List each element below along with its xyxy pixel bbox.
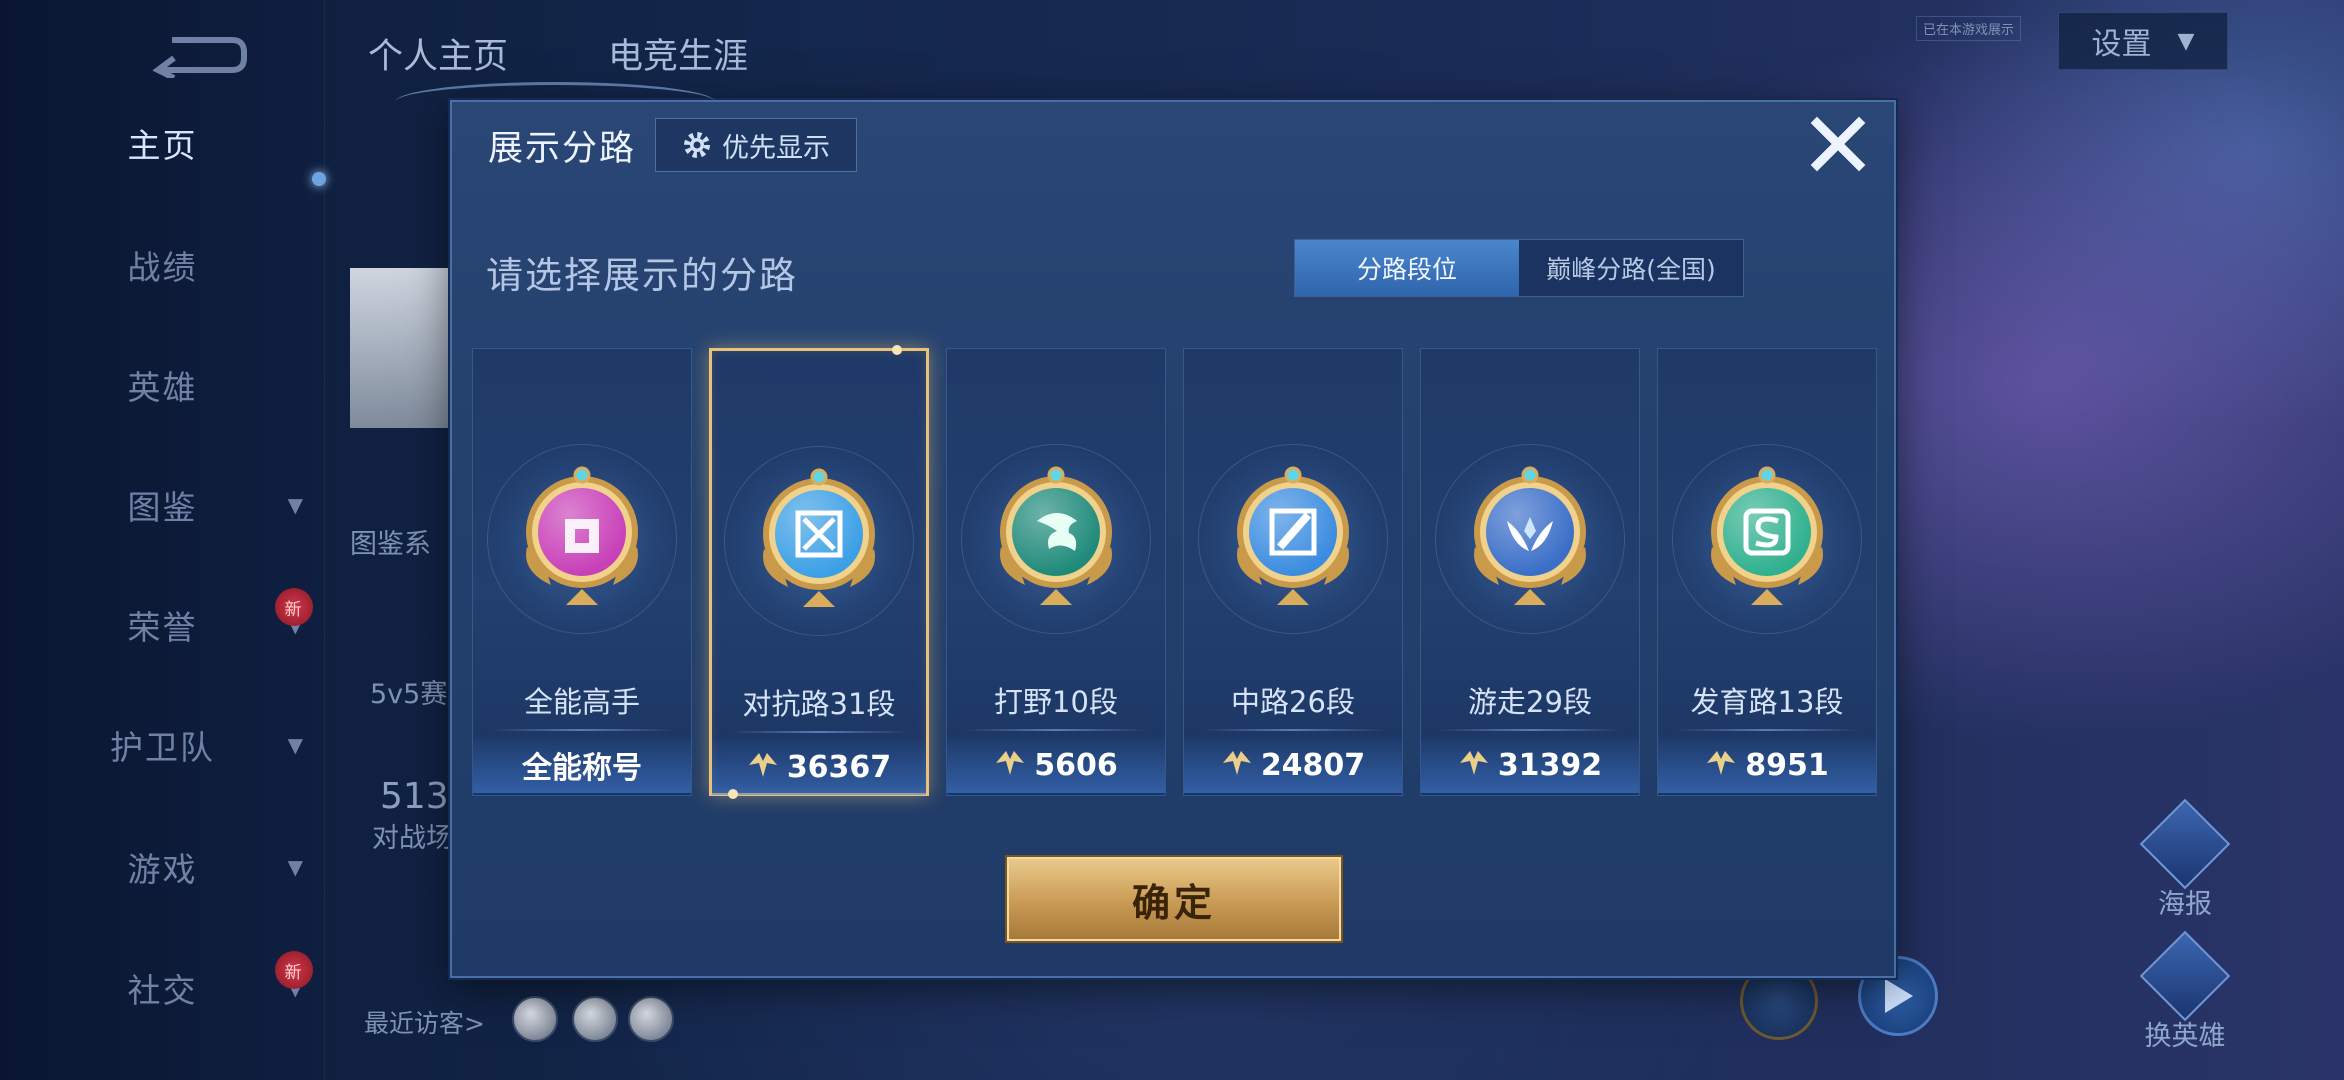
priority-display-button[interactable]: 优先显示 [655,118,857,172]
card-divider [1439,729,1621,731]
change-hero-icon [2139,930,2231,1022]
peak-score-icon [1458,749,1490,781]
close-button[interactable] [1804,110,1872,178]
chevron-down-icon: ▼ [287,493,305,517]
visitor-avatar[interactable] [512,996,558,1042]
sidebar-item-label: 护卫队 [110,728,215,767]
poster-icon [2139,798,2231,890]
lane-card[interactable]: 对抗路31段 36367 [709,345,929,799]
lane-card[interactable]: 发育路13段 8951 [1657,348,1877,796]
gear-icon [684,132,710,158]
new-badge: 新 [275,951,313,989]
lane-card-title: 发育路13段 [1690,685,1844,719]
lane-card[interactable]: 打野10段 5606 [946,348,1166,796]
lane-card-value: 31392 [1497,747,1603,783]
tab-profile[interactable]: 个人主页 [368,28,508,79]
close-icon [1810,116,1866,172]
dialog-title: 展示分路 [488,129,637,169]
selection-sparkle [892,345,902,355]
recent-visitors-link[interactable]: 最近访客> [364,1004,485,1040]
settings-button[interactable]: 设置 ▼ [2058,12,2228,70]
roam-emblem-icon [1465,461,1595,611]
settings-note: 已在本游戏展示 [1916,16,2022,41]
gallery-label: 图鉴系 [350,529,431,560]
lane-card-value-row: 5606 [947,737,1165,793]
lane-card-value-row: 24807 [1184,737,1402,793]
decorative-swirl [395,82,715,122]
lane-card-value: 24807 [1260,747,1366,783]
visitor-avatar[interactable] [572,996,618,1042]
card-divider [730,731,908,733]
lane-card-value-row: 全能称号 [473,737,691,793]
change-hero-button[interactable]: 换英雄 [2139,930,2231,1053]
sidebar-item-label: 英雄 [127,368,198,407]
lane-card-title: 对抗路31段 [742,687,896,721]
tab-lane-rank[interactable]: 分路段位 [1295,240,1519,296]
lane-card[interactable]: 游走29段 31392 [1420,348,1640,796]
sidebar-item[interactable]: 游戏 ▼ [0,832,325,902]
lane-card-value: 全能称号 [522,751,642,786]
sidebar-item[interactable]: 战绩 [0,230,325,300]
new-badge: 新 [275,588,313,626]
sidebar-item-label: 主页 [127,126,198,165]
peak-score-icon [994,749,1026,781]
peak-score-icon [747,751,779,783]
tab-esports[interactable]: 电竞生涯 [608,28,748,79]
lane-card-title: 全能高手 [523,685,640,719]
sidebar-item-label: 荣誉 [127,608,198,647]
farm-lane-emblem-icon [1702,461,1832,611]
peak-score-icon [1221,749,1253,781]
profile-avatar[interactable] [350,268,460,428]
sidebar-item[interactable]: 社交▼新 [0,951,325,1023]
card-divider [1202,729,1384,731]
clash-lane-emblem-icon [754,463,884,613]
lane-card-value-row: 8951 [1658,737,1876,793]
mid-lane-emblem-icon [1228,461,1358,611]
battle-label: 对战场 [372,823,453,854]
peak-score-icon [1705,749,1737,781]
jungle-emblem-icon [991,461,1121,611]
instruction-text: 请选择展示的分路 [486,254,798,297]
lane-card-value-row: 36367 [712,739,926,795]
tab-peak-lane[interactable]: 巅峰分路(全国) [1519,240,1743,296]
all-round-emblem-icon [517,461,647,611]
ranking-toggle: 分路段位 巅峰分路(全国) [1294,239,1744,297]
lane-card-list: 全能高手 全能称号 对抗路31段 36367 打野10段 5606 中路26段 24807 游走… [472,345,1880,799]
chevron-down-icon: ▼ [287,733,305,757]
card-divider [491,729,673,731]
sidebar-item-label: 游戏 [127,850,198,889]
lane-card-value: 5606 [1034,747,1118,783]
visitor-avatar[interactable] [628,996,674,1042]
lane-card-title: 打野10段 [994,685,1118,719]
lane-card-value-row: 31392 [1421,737,1639,793]
play-icon [1885,979,1913,1013]
poster-button[interactable]: 海报 [2139,798,2231,921]
sidebar-item[interactable]: 英雄 [0,350,325,420]
sidebar-item[interactable]: 主页 [0,108,325,178]
lane-card[interactable]: 中路26段 24807 [1183,348,1403,796]
lane-card-value: 36367 [786,749,892,785]
back-arrow-icon [152,37,247,78]
lane-card-title: 中路26段 [1231,685,1355,719]
chevron-down-icon: ▼ [2177,28,2195,54]
mode-label: 5v5赛 [370,679,448,710]
card-divider [1676,729,1858,731]
back-button[interactable] [150,30,250,80]
card-divider [965,729,1147,731]
priority-display-label: 优先显示 [722,132,830,164]
sidebar-item-label: 社交 [127,971,198,1010]
sidebar-item-label: 图鉴 [127,488,198,527]
settings-label: 设置 [2091,27,2152,62]
lane-card-value: 8951 [1745,747,1829,783]
lane-card[interactable]: 全能高手 全能称号 [472,348,692,796]
lane-display-dialog: 展示分路 优先显示 请选择展示的分路 分路段位 巅峰分路(全国) 全能高手全能称… [450,100,1896,978]
chevron-down-icon: ▼ [287,855,305,879]
confirm-button[interactable]: 确定 [1007,857,1341,941]
selection-sparkle [728,789,738,799]
sidebar-item[interactable]: 护卫队 ▼ [0,710,325,780]
sidebar-item-label: 战绩 [127,248,198,287]
sidebar-item[interactable]: 荣誉▼新 [0,588,325,660]
sidebar-item[interactable]: 图鉴 ▼ [0,470,325,540]
lane-card-title: 游走29段 [1468,685,1592,719]
